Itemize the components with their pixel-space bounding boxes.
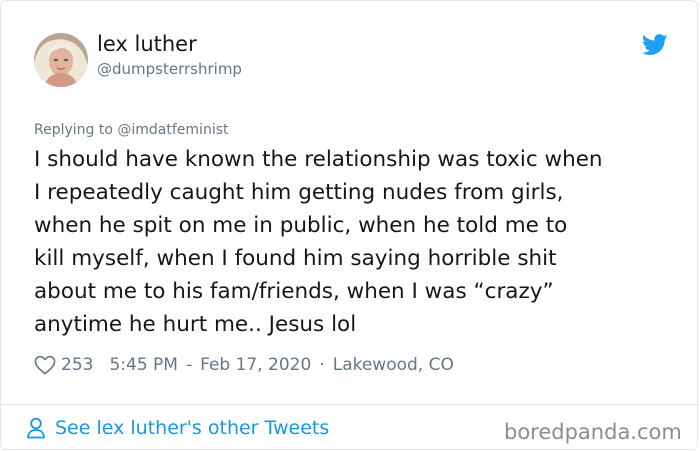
tweet-text-line: about me to his fam/friends, when I was … xyxy=(34,279,554,304)
reply-to-handle[interactable]: @imdatfeminist xyxy=(117,122,228,138)
tweet-text-line: when he spit on me in public, when he to… xyxy=(34,213,568,238)
separator-dot: · xyxy=(319,355,325,375)
avatar-image xyxy=(34,33,88,87)
tweet-date[interactable]: Feb 17, 2020 xyxy=(200,355,311,375)
reply-prefix: Replying to xyxy=(34,122,113,138)
avatar[interactable] xyxy=(34,33,88,87)
person-outline-icon xyxy=(27,417,45,439)
separator-dash: - xyxy=(185,355,193,375)
like-count: 253 xyxy=(61,355,94,375)
reply-context: Replying to @imdatfeminist xyxy=(34,120,229,140)
tweet-text: I should have known the relationship was… xyxy=(34,143,684,341)
tweet-card: lex luther @dumpsterrshrimp Replying to … xyxy=(0,0,699,450)
display-name[interactable]: lex luther xyxy=(97,31,197,57)
footer-divider xyxy=(1,404,699,405)
twitter-bird-icon[interactable] xyxy=(642,34,668,56)
watermark: boredpanda.com xyxy=(504,420,682,444)
tweet-text-line: anytime he hurt me.. Jesus lol xyxy=(34,312,357,337)
see-other-tweets-link[interactable]: See lex luther's other Tweets xyxy=(26,415,329,441)
tweet-text-line: kill myself, when I found him saying hor… xyxy=(34,246,557,271)
see-other-tweets-label[interactable]: See lex luther's other Tweets xyxy=(55,417,329,439)
tweet-meta: 253 5:45 PM - Feb 17, 2020 · Lakewood, C… xyxy=(34,352,454,378)
tweet-text-line: I should have known the relationship was… xyxy=(34,147,603,172)
user-handle[interactable]: @dumpsterrshrimp xyxy=(97,59,242,79)
tweet-time[interactable]: 5:45 PM xyxy=(109,355,178,375)
heart-outline-icon[interactable] xyxy=(34,355,56,375)
tweet-text-line: I repeatedly caught him getting nudes fr… xyxy=(34,180,564,205)
tweet-location[interactable]: Lakewood, CO xyxy=(333,355,454,375)
